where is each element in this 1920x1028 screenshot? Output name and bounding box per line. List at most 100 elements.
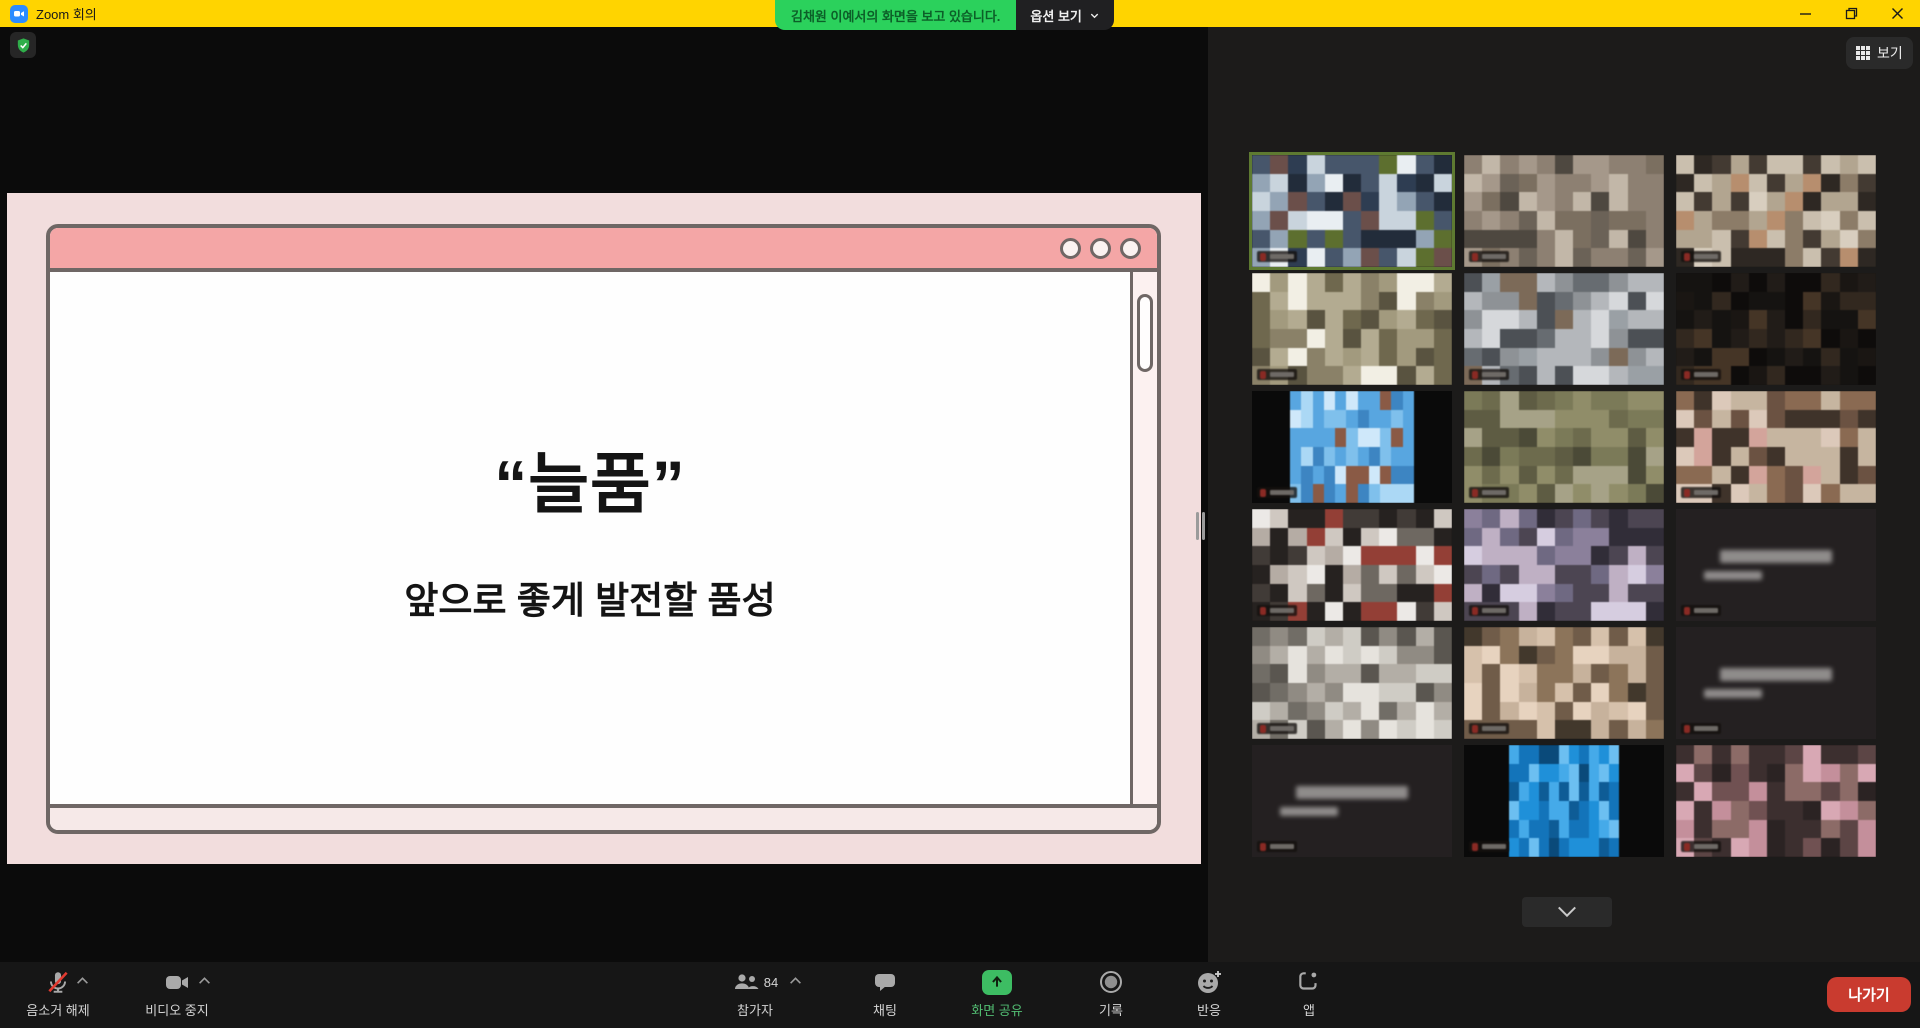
chevron-down-icon: [1089, 10, 1100, 21]
minimize-button[interactable]: [1782, 0, 1828, 27]
gallery-scroll-down-button[interactable]: [1522, 897, 1612, 927]
participant-mute-indicator: [1257, 605, 1297, 616]
reactions-label: 반응: [1197, 1000, 1221, 1019]
view-button-label: 보기: [1877, 43, 1903, 63]
cartoon-window-circle: [1120, 238, 1141, 259]
shared-slide: “늘품” 앞으로 좋게 발전할 품성: [7, 193, 1201, 864]
participant-video-tile[interactable]: [1252, 509, 1452, 621]
record-label: 기록: [1099, 1000, 1123, 1019]
participant-mute-indicator: [1681, 251, 1721, 262]
participant-mute-indicator: [1469, 723, 1509, 734]
participant-mute-indicator: [1681, 369, 1721, 380]
view-button[interactable]: 보기: [1846, 37, 1913, 69]
apps-button[interactable]: 앱: [1264, 966, 1354, 1024]
pixelated-video-feed: [1509, 745, 1619, 857]
participant-mute-indicator: [1469, 251, 1509, 262]
participant-video-tile[interactable]: [1252, 273, 1452, 385]
participant-mute-indicator: [1257, 841, 1297, 852]
participant-video-tile[interactable]: [1464, 627, 1664, 739]
apps-icon: [1296, 969, 1322, 995]
participant-mute-indicator: [1257, 251, 1297, 262]
leave-meeting-button[interactable]: 나가기: [1827, 977, 1911, 1012]
stop-video-label: 비디오 중지: [145, 1000, 208, 1019]
cartoon-scrollbar-thumb: [1137, 294, 1153, 372]
screen-share-banner: 김채원 이예서의 화면을 보고 있습니다. 옵션 보기: [775, 0, 1114, 30]
participant-video-tile[interactable]: [1464, 391, 1664, 503]
cartoon-window-footer: [50, 804, 1157, 830]
blurred-participant-name: [1704, 689, 1762, 698]
meeting-main-area: “늘품” 앞으로 좋게 발전할 품성 보기: [0, 27, 1920, 962]
record-icon: [1098, 969, 1124, 995]
share-screen-button[interactable]: 화면 공유: [952, 966, 1042, 1024]
participant-mute-indicator: [1469, 487, 1509, 498]
unmute-label: 음소거 해제: [26, 1000, 89, 1019]
unmute-button[interactable]: 음소거 해제: [8, 966, 108, 1024]
participants-label: 참가자: [737, 1000, 773, 1019]
cartoon-window-circle: [1090, 238, 1111, 259]
restore-button[interactable]: [1828, 0, 1874, 27]
record-button[interactable]: 기록: [1066, 966, 1156, 1024]
slide-cartoon-window: “늘품” 앞으로 좋게 발전할 품성: [46, 224, 1161, 834]
participants-button[interactable]: 84 참가자: [710, 966, 800, 1024]
participant-mute-indicator: [1469, 841, 1509, 852]
close-button[interactable]: [1874, 0, 1920, 27]
participant-gallery: [1208, 27, 1920, 962]
participant-video-tile[interactable]: [1676, 745, 1876, 857]
participant-mute-indicator: [1681, 841, 1721, 852]
chat-bubble-icon: [872, 970, 898, 994]
participants-icon: [732, 970, 760, 994]
view-options-label: 옵션 보기: [1030, 6, 1081, 25]
participants-chevron-icon[interactable]: [789, 976, 802, 985]
participant-video-tile[interactable]: [1252, 627, 1452, 739]
blurred-participant-name: [1720, 550, 1832, 563]
video-camera-icon: [163, 970, 191, 994]
view-options-button[interactable]: 옵션 보기: [1016, 0, 1113, 30]
cartoon-window-titlebar: [50, 228, 1157, 272]
share-screen-label: 화면 공유: [971, 1000, 1022, 1019]
participant-video-tile[interactable]: [1464, 745, 1664, 857]
participant-video-tile[interactable]: [1464, 155, 1664, 267]
participant-mute-indicator: [1681, 487, 1721, 498]
meeting-toolbar: 음소거 해제 비디오 중지 84: [0, 962, 1920, 1028]
participant-video-tile[interactable]: [1464, 509, 1664, 621]
participant-mute-indicator: [1469, 605, 1509, 616]
participant-mute-indicator: [1257, 369, 1297, 380]
blurred-participant-name: [1280, 807, 1338, 816]
cartoon-scrollbar-track: [1130, 272, 1157, 804]
gallery-grid-icon: [1856, 46, 1870, 60]
mic-options-chevron-icon[interactable]: [76, 976, 89, 985]
reactions-button[interactable]: 반응: [1164, 966, 1254, 1024]
participant-tile-name-only[interactable]: [1676, 627, 1876, 739]
slide-subtitle: 앞으로 좋게 발전할 품성: [404, 570, 775, 624]
apps-label: 앱: [1303, 1000, 1315, 1019]
participant-video-tile[interactable]: [1252, 391, 1452, 503]
participant-mute-indicator: [1681, 605, 1721, 616]
participant-video-tile[interactable]: [1676, 391, 1876, 503]
blurred-participant-name: [1296, 786, 1408, 799]
participant-mute-indicator: [1681, 723, 1721, 734]
video-options-chevron-icon[interactable]: [198, 976, 211, 985]
participant-video-tile[interactable]: [1464, 273, 1664, 385]
participant-count: 84: [764, 975, 778, 990]
window-title: Zoom 회의: [36, 4, 97, 23]
chat-label: 채팅: [873, 1000, 897, 1019]
slide-title: “늘품”: [494, 431, 685, 527]
reactions-smiley-icon: [1195, 969, 1223, 995]
participant-video-tile[interactable]: [1252, 155, 1452, 267]
security-shield-icon: [15, 37, 32, 54]
participant-tile-name-only[interactable]: [1252, 745, 1452, 857]
share-screen-icon: [982, 970, 1012, 995]
participant-video-tile[interactable]: [1676, 155, 1876, 267]
meeting-info-shield-button[interactable]: [10, 32, 36, 58]
participant-video-tile[interactable]: [1676, 273, 1876, 385]
stop-video-button[interactable]: 비디오 중지: [122, 966, 232, 1024]
microphone-muted-icon: [45, 969, 71, 995]
participant-mute-indicator: [1469, 369, 1509, 380]
chevron-down-icon: [1556, 905, 1578, 919]
cartoon-window-circle: [1060, 238, 1081, 259]
zoom-app-icon: [10, 5, 28, 23]
chat-button[interactable]: 채팅: [840, 966, 930, 1024]
participant-tile-name-only[interactable]: [1676, 509, 1876, 621]
shared-screen-stage: “늘품” 앞으로 좋게 발전할 품성: [0, 27, 1208, 962]
participant-mute-indicator: [1257, 487, 1297, 498]
